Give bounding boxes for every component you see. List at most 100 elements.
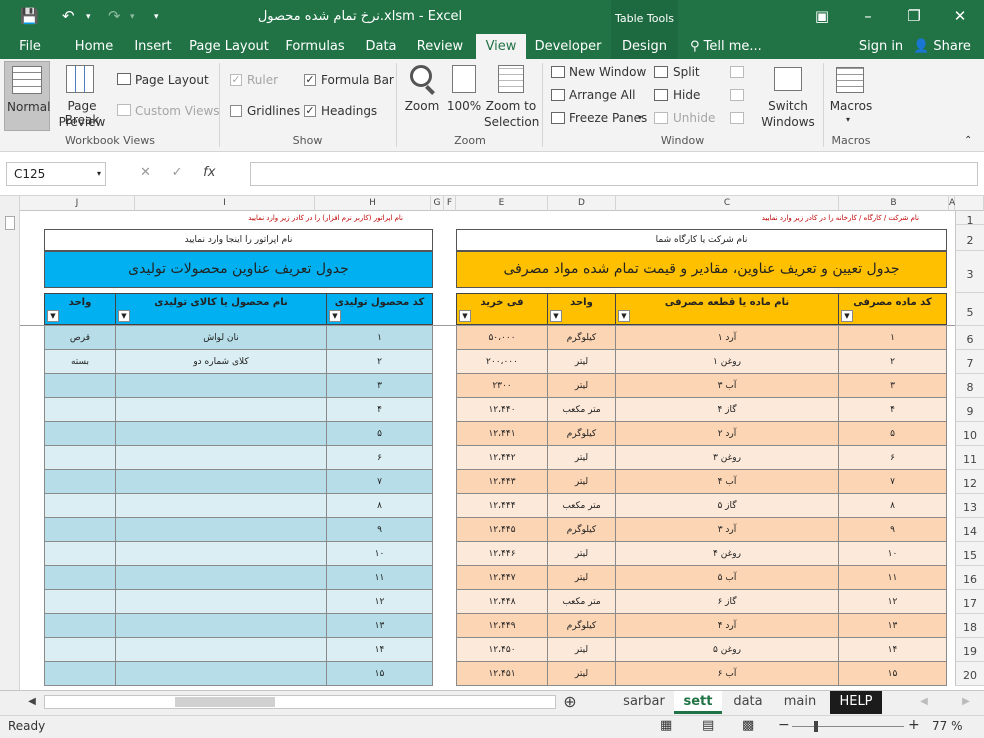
filter-dropdown-icon[interactable]: ▼ [618,310,630,322]
product-name-cell[interactable] [116,398,327,422]
scroll-tabs-right-icon[interactable]: ▶ [958,691,974,714]
row-header[interactable]: 10 [955,422,984,446]
product-code-cell[interactable]: ۲ [327,350,433,374]
material-name-cell[interactable]: آب ۵ [616,566,839,590]
price-cell[interactable]: ۱۲،۴۴۷ [456,566,548,590]
page-break-preview-button[interactable]: Page Break Preview [52,61,112,131]
product-unit-cell[interactable] [44,422,116,446]
price-cell[interactable]: ۱۲،۴۴۳ [456,470,548,494]
column-header-i[interactable]: I [135,196,315,211]
product-unit-cell[interactable] [44,662,116,686]
material-name-cell[interactable]: روغن ۴ [616,542,839,566]
column-header-h[interactable]: H [315,196,431,211]
price-cell[interactable]: ۵۰،۰۰۰ [456,326,548,350]
split-button[interactable]: Split [673,65,700,79]
material-unit-cell[interactable]: کیلوگرم [548,326,616,350]
product-code-cell[interactable]: ۱۱ [327,566,433,590]
price-cell[interactable]: ۱۲،۴۴۹ [456,614,548,638]
gridlines-checkbox[interactable] [230,105,242,117]
material-unit-cell[interactable]: لیتر [548,662,616,686]
material-unit-cell[interactable]: کیلوگرم [548,518,616,542]
product-code-cell[interactable]: ۳ [327,374,433,398]
product-code-cell[interactable]: ۷ [327,470,433,494]
product-name-cell[interactable] [116,470,327,494]
horizontal-scrollbar[interactable] [44,695,556,709]
price-header[interactable]: فی خرید ▼ [456,293,548,325]
tab-data[interactable]: Data [357,34,405,59]
sheet-tab-sett[interactable]: sett [674,691,722,714]
material-unit-cell[interactable]: کیلوگرم [548,614,616,638]
collapse-ribbon-icon[interactable]: ⌃ [964,135,972,146]
company-name-cell[interactable]: نام شرکت یا کارگاه شما [456,229,947,251]
price-cell[interactable]: ۱۲،۴۴۵ [456,518,548,542]
product-code-cell[interactable]: ۸ [327,494,433,518]
material-unit-cell[interactable]: متر مکعب [548,494,616,518]
material-name-cell[interactable]: آب ۳ [616,374,839,398]
ruler-checkbox[interactable]: ✓ [230,74,242,86]
tell-me-search[interactable]: ⚲ Tell me... [690,34,790,59]
filter-dropdown-icon[interactable]: ▼ [47,310,59,322]
cancel-icon[interactable]: ✕ [140,165,151,180]
row-header[interactable]: 16 [955,566,984,590]
zoom-slider-thumb[interactable] [814,721,818,732]
material-name-cell[interactable]: روغن ۳ [616,446,839,470]
row-header[interactable]: 11 [955,446,984,470]
material-name-cell[interactable]: آرد ۲ [616,422,839,446]
material-code-cell[interactable]: ۷ [839,470,947,494]
price-cell[interactable]: ۲۳۰۰ [456,374,548,398]
material-name-cell[interactable]: گاز ۵ [616,494,839,518]
worksheet[interactable]: J I H G F E D C B A 1 2 3 5 6 7 8 9 10 11 12 13 14 15… [0,196,984,690]
price-cell[interactable]: ۱۲،۴۵۱ [456,662,548,686]
material-unit-cell[interactable]: متر مکعب [548,398,616,422]
page-layout-status-icon[interactable]: ▤ [702,718,714,733]
h-scroll-thumb[interactable] [175,697,275,707]
material-code-cell[interactable]: ۱۵ [839,662,947,686]
product-unit-cell[interactable] [44,614,116,638]
product-code-cell[interactable]: ۱۰ [327,542,433,566]
page-layout-button[interactable]: Page Layout [135,73,209,87]
row-header[interactable]: 9 [955,398,984,422]
hide-button[interactable]: Hide [673,88,700,102]
zoom-level[interactable]: 77 % [932,719,963,733]
row-header[interactable]: 8 [955,374,984,398]
sheet-tab-sarbar[interactable]: sarbar [617,691,671,714]
price-cell[interactable]: ۱۲،۴۵۰ [456,638,548,662]
product-unit-cell[interactable] [44,374,116,398]
sheet-tab-help[interactable]: HELP [830,691,882,714]
filter-dropdown-icon[interactable]: ▼ [329,310,341,322]
sheet-tab-data[interactable]: data [726,691,770,714]
material-name-cell[interactable]: آب ۶ [616,662,839,686]
formula-bar-checkbox[interactable]: ✓ [304,74,316,86]
row-header[interactable]: 2 [955,225,984,251]
product-code-cell[interactable]: ۴ [327,398,433,422]
row-header[interactable]: 18 [955,614,984,638]
sign-in-link[interactable]: Sign in [856,34,906,59]
material-unit-header[interactable]: واحد ▼ [548,293,616,325]
zoom-slider[interactable] [792,726,904,727]
column-header-b[interactable]: B [839,196,949,211]
product-name-cell[interactable]: نان لواش [116,326,327,350]
material-unit-cell[interactable]: لیتر [548,446,616,470]
material-code-cell[interactable]: ۱۳ [839,614,947,638]
material-code-cell[interactable]: ۱۰ [839,542,947,566]
column-header-f[interactable]: F [444,196,456,211]
row-header[interactable]: 5 [955,293,984,326]
freeze-panes-button[interactable]: Freeze Panes [569,111,647,125]
column-header-d[interactable]: D [548,196,616,211]
reset-position-icon[interactable] [730,112,744,124]
operator-name-cell[interactable]: نام اپراتور را اینجا وارد نمایید [44,229,433,251]
scroll-tabs-left-2-icon[interactable]: ◀ [916,691,932,714]
share-button[interactable]: 👤 Share [910,34,974,59]
tab-developer[interactable]: Developer [532,34,604,59]
arrange-all-button[interactable]: Arrange All [569,88,636,102]
product-name-cell[interactable] [116,494,327,518]
row-header[interactable]: 13 [955,494,984,518]
product-code-cell[interactable]: ۱۳ [327,614,433,638]
tab-formulas[interactable]: Formulas [280,34,350,59]
row-header[interactable]: 15 [955,542,984,566]
price-cell[interactable]: ۱۲،۴۴۸ [456,590,548,614]
product-code-cell[interactable]: ۶ [327,446,433,470]
material-name-cell[interactable]: آب ۴ [616,470,839,494]
product-unit-cell[interactable] [44,542,116,566]
product-code-cell[interactable]: ۱ [327,326,433,350]
